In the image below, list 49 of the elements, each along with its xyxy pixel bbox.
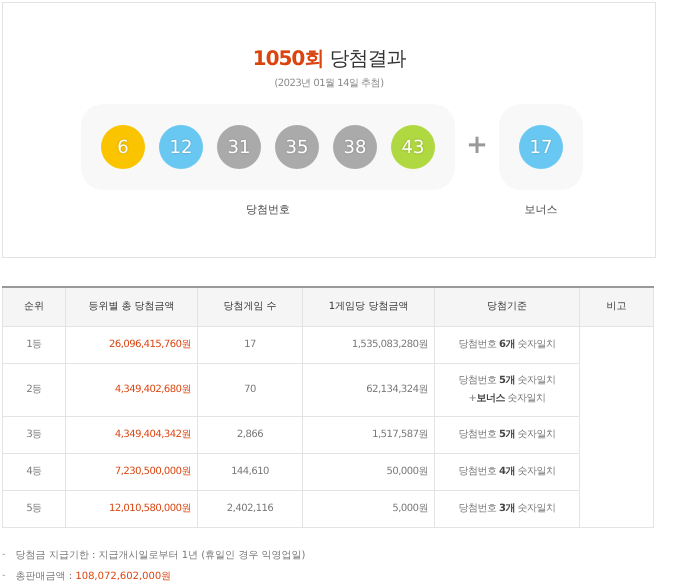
number-ball: 35 [275, 125, 319, 169]
table-cell: 2,402,116 [198, 490, 302, 528]
table-cell: 3등 [2, 416, 66, 454]
round-number: 1050회 [252, 46, 324, 70]
plus-sign: + [465, 130, 489, 160]
note-text: 총판매금액 : 108,072,602,000원 [16, 570, 172, 582]
bullet-dash: - [2, 570, 6, 581]
bonus-ball: 17 [519, 125, 563, 169]
note-text: 당첨금 지급기한 : 지급개시일로부터 1년 (휴일인 경우 익영업일) [16, 548, 306, 562]
table-cell: 1,535,083,280원 [302, 326, 434, 364]
table-cell: 7,230,500,000원 [66, 454, 198, 490]
number-ball: 31 [217, 125, 261, 169]
number-ball: 6 [101, 125, 145, 169]
bullet-dash: - [2, 549, 6, 560]
column-header: 비고 [580, 287, 654, 326]
column-header: 당첨기준 [434, 287, 580, 326]
column-header: 1게임당 당첨금액 [302, 287, 434, 326]
numbers-label: 당첨번호 [246, 202, 290, 217]
table-cell: 2,866 [198, 416, 302, 454]
number-ball: 38 [333, 125, 377, 169]
table-cell: 70 [198, 364, 302, 416]
table-cell: 62,134,324원 [302, 364, 434, 416]
criteria-text: 당첨번호 5개 숫자일치 [457, 428, 557, 442]
table-cell: 12,010,580,000원 [66, 490, 198, 528]
criteria-text: 당첨번호 5개 숫자일치 [457, 374, 557, 388]
column-header: 당첨게임 수 [198, 287, 302, 326]
column-header: 순위 [2, 287, 66, 326]
table-cell: 1,517,587원 [302, 416, 434, 454]
criteria-text: 당첨번호 6개 숫자일치 [457, 338, 557, 352]
criteria-text: 당첨번호 4개 숫자일치 [457, 465, 557, 479]
table-cell: 2등 [2, 364, 66, 416]
column-header: 등위별 총 당첨금액 [66, 287, 198, 326]
number-ball: 12 [159, 125, 203, 169]
draw-date: (2023년 01월 14일 추첨) [274, 77, 384, 90]
table-cell: 50,000원 [302, 454, 434, 490]
table-cell: 5등 [2, 490, 66, 528]
bonus-label: 보너스 [524, 202, 558, 217]
table-cell: 4등 [2, 454, 66, 490]
criteria-text: +보너스 숫자일치 [467, 392, 547, 406]
number-ball: 43 [391, 125, 435, 169]
table-cell: 144,610 [198, 454, 302, 490]
table-cell: 4,349,404,342원 [66, 416, 198, 454]
criteria-text: 당첨번호 3개 숫자일치 [457, 502, 557, 516]
table-cell: 17 [198, 326, 302, 364]
result-title: 당첨결과 [329, 46, 406, 70]
table-cell: 4,349,402,680원 [66, 364, 198, 416]
table-cell: 26,096,415,760원 [66, 326, 198, 364]
table-cell: 1등 [2, 326, 66, 364]
table-cell: 5,000원 [302, 490, 434, 528]
